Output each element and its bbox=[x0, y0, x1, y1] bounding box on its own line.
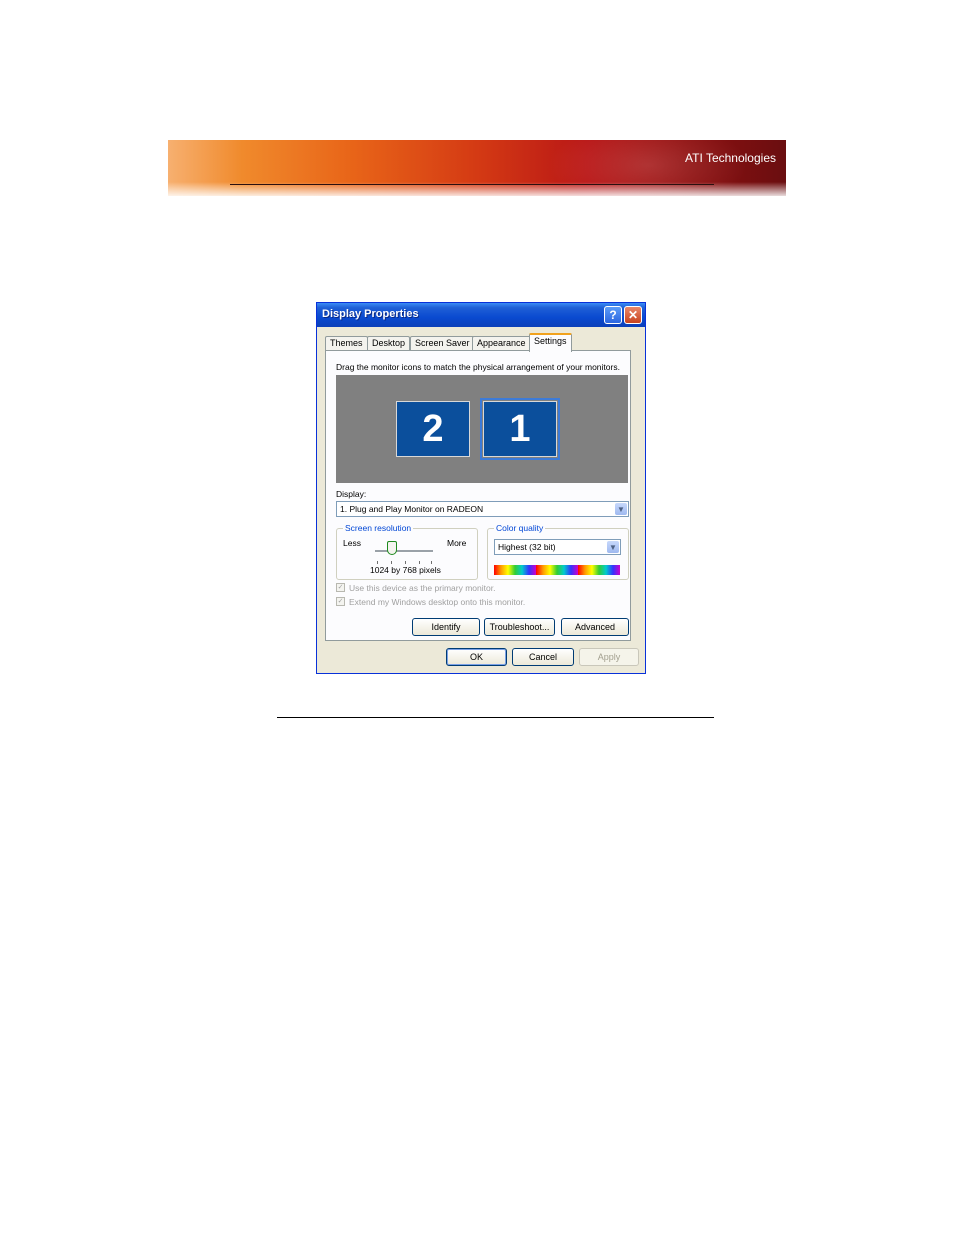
page-rule bbox=[277, 717, 714, 718]
header-banner: ATI Technologies bbox=[168, 140, 786, 196]
help-icon: ? bbox=[609, 308, 617, 322]
slider-tick bbox=[391, 561, 392, 564]
color-quality-title: Color quality bbox=[494, 523, 546, 533]
resolution-less-label: Less bbox=[343, 538, 361, 548]
primary-monitor-checkbox[interactable]: ✓ bbox=[336, 583, 345, 592]
resolution-slider-track[interactable] bbox=[375, 550, 433, 553]
banner-glow bbox=[548, 140, 748, 196]
chevron-down-icon[interactable]: ▼ bbox=[607, 541, 619, 553]
slider-tick bbox=[419, 561, 420, 564]
color-quality-value: Highest (32 bit) bbox=[498, 542, 556, 552]
screen-resolution-title: Screen resolution bbox=[343, 523, 414, 533]
display-select[interactable]: 1. Plug and Play Monitor on RADEON ▼ bbox=[336, 501, 629, 517]
close-icon: ✕ bbox=[627, 308, 639, 322]
ok-button[interactable]: OK bbox=[446, 648, 507, 666]
apply-button[interactable]: Apply bbox=[579, 648, 639, 666]
identify-button[interactable]: Identify bbox=[412, 618, 480, 636]
monitor-arrangement-area: 2 1 bbox=[336, 375, 628, 483]
cancel-button[interactable]: Cancel bbox=[512, 648, 574, 666]
display-properties-dialog: Display Properties ? ✕ Themes Desktop Sc… bbox=[316, 302, 646, 674]
tab-desktop[interactable]: Desktop bbox=[367, 336, 411, 351]
monitor-1-icon[interactable]: 1 bbox=[480, 398, 560, 460]
tab-appearance[interactable]: Appearance bbox=[472, 336, 531, 351]
color-quality-select[interactable]: Highest (32 bit) ▼ bbox=[494, 539, 621, 555]
advanced-button[interactable]: Advanced bbox=[561, 618, 629, 636]
close-button[interactable]: ✕ bbox=[624, 306, 642, 324]
tab-themes[interactable]: Themes bbox=[325, 336, 368, 351]
resolution-more-label: More bbox=[447, 538, 467, 548]
display-label: Display: bbox=[336, 489, 367, 499]
settings-panel: Drag the monitor icons to match the phys… bbox=[325, 350, 631, 641]
color-spectrum-bar bbox=[494, 565, 620, 575]
monitor-2-icon[interactable]: 2 bbox=[396, 401, 470, 457]
display-select-value: 1. Plug and Play Monitor on RADEON bbox=[340, 504, 484, 514]
extend-desktop-checkbox[interactable]: ✓ bbox=[336, 597, 345, 606]
troubleshoot-button[interactable]: Troubleshoot... bbox=[484, 618, 555, 636]
monitor-instructions: Drag the monitor icons to match the phys… bbox=[336, 362, 620, 372]
help-button[interactable]: ? bbox=[604, 306, 622, 324]
primary-monitor-label: Use this device as the primary monitor. bbox=[349, 583, 496, 593]
extend-desktop-label: Extend my Windows desktop onto this moni… bbox=[349, 597, 526, 607]
resolution-slider-thumb[interactable] bbox=[387, 541, 397, 555]
chevron-down-icon[interactable]: ▼ bbox=[615, 503, 627, 515]
tab-screen-saver[interactable]: Screen Saver bbox=[410, 336, 475, 351]
slider-tick bbox=[405, 561, 406, 564]
banner-rule bbox=[230, 184, 714, 185]
resolution-value: 1024 by 768 pixels bbox=[370, 565, 441, 575]
tab-settings[interactable]: Settings bbox=[529, 333, 572, 352]
dialog-title: Display Properties bbox=[322, 308, 419, 320]
color-quality-group: Color quality Highest (32 bit) ▼ bbox=[487, 523, 629, 580]
title-bar[interactable]: Display Properties ? ✕ bbox=[317, 303, 645, 327]
screen-resolution-group: Screen resolution Less More 1024 by 768 … bbox=[336, 523, 478, 580]
brand-name: ATI Technologies bbox=[685, 151, 776, 165]
slider-tick bbox=[377, 561, 378, 564]
slider-tick bbox=[431, 561, 432, 564]
